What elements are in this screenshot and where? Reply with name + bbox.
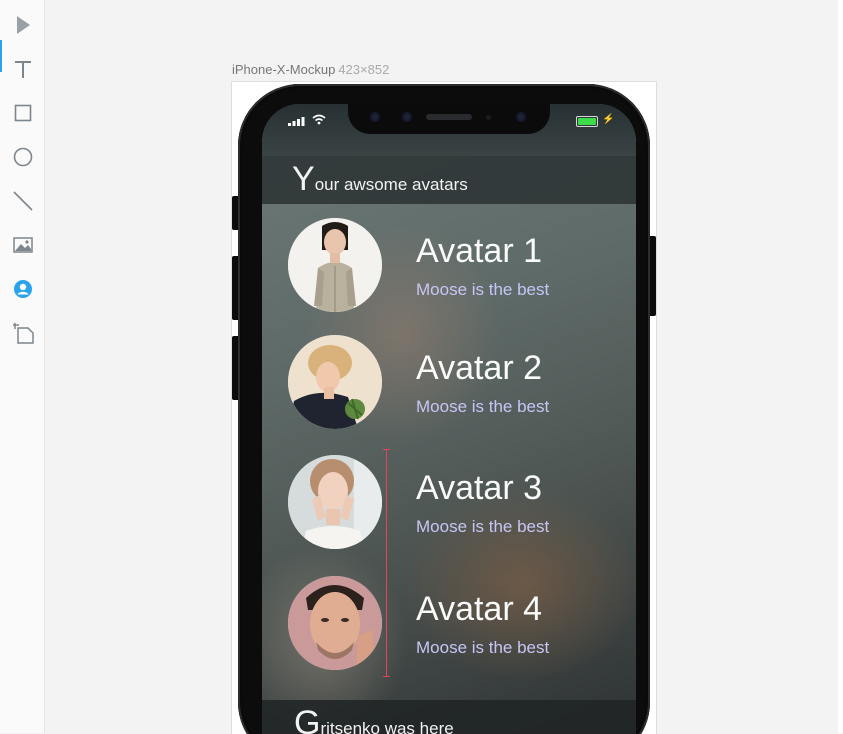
avatar <box>288 218 382 312</box>
image-icon <box>13 237 33 253</box>
pointer-icon <box>17 16 30 34</box>
canvas-edge <box>838 0 843 733</box>
header-title: Your awsome avatars <box>292 160 468 199</box>
wifi-icon <box>312 114 326 125</box>
footer-initial: G <box>294 704 321 734</box>
dot-projector-icon <box>516 112 526 122</box>
artboard-label[interactable]: iPhone-X-Mockup 423×852 <box>232 62 389 77</box>
avatar-icon <box>14 280 32 298</box>
footer-title: Gritsenko was here <box>294 704 454 734</box>
avatar-subtitle: Moose is the best <box>416 280 550 299</box>
avatar-photo-4 <box>288 576 382 670</box>
camera-notch <box>348 104 550 134</box>
avatar-name: Avatar 1 <box>416 232 543 270</box>
tool-panel <box>0 0 45 733</box>
rectangle-tool-button[interactable] <box>10 100 36 126</box>
earpiece-speaker <box>426 114 472 120</box>
avatar <box>288 335 382 429</box>
artboard[interactable]: ⚡ Your awsome avatars Avatar 1 Moose is … <box>231 81 657 734</box>
artboard-tool-button[interactable] <box>10 320 36 346</box>
artboard-icon <box>13 323 34 344</box>
iphone-frame: ⚡ Your awsome avatars Avatar 1 Moose is … <box>238 84 650 734</box>
avatar-photo-1 <box>288 218 382 312</box>
rectangle-icon <box>14 104 32 122</box>
battery-level <box>578 118 596 125</box>
header-initial: Y <box>292 160 315 198</box>
ellipse-tool-button[interactable] <box>10 144 36 170</box>
front-camera-icon <box>370 112 380 122</box>
header-rest: our awsome avatars <box>314 175 468 194</box>
list-item[interactable]: Avatar 3 Moose is the best <box>288 455 628 551</box>
list-item[interactable]: Avatar 1 Moose is the best <box>288 218 628 314</box>
select-tool-button[interactable] <box>10 12 36 38</box>
spacing-guide <box>383 449 390 677</box>
proximity-sensor <box>486 115 491 120</box>
avatar-subtitle: Moose is the best <box>416 638 550 657</box>
signal-icon <box>288 117 305 126</box>
battery-icon <box>576 116 598 127</box>
image-tool-button[interactable] <box>10 232 36 258</box>
text-icon <box>15 61 31 78</box>
avatar-tool-button[interactable] <box>10 276 36 302</box>
text-tool-button[interactable] <box>10 56 36 82</box>
avatar-subtitle: Moose is the best <box>416 397 550 416</box>
list-item[interactable]: Avatar 4 Moose is the best <box>288 576 628 672</box>
footer-rest: ritsenko was here <box>320 719 454 734</box>
avatar <box>288 576 382 670</box>
active-tool-indicator <box>0 40 2 72</box>
charging-icon: ⚡ <box>602 114 615 125</box>
avatar-subtitle: Moose is the best <box>416 517 550 536</box>
artboard-name: iPhone-X-Mockup <box>232 62 336 77</box>
status-bar: ⚡ <box>262 104 636 156</box>
avatar-name: Avatar 3 <box>416 469 543 507</box>
avatar <box>288 455 382 549</box>
list-item[interactable]: Avatar 2 Moose is the best <box>288 335 628 431</box>
line-icon <box>13 191 33 211</box>
line-tool-button[interactable] <box>10 188 36 214</box>
avatar-name: Avatar 2 <box>416 349 543 387</box>
phone-screen: ⚡ Your awsome avatars Avatar 1 Moose is … <box>262 104 636 734</box>
avatar-photo-2 <box>288 335 382 429</box>
app-footer: Gritsenko was here <box>262 700 636 734</box>
face-sensor-icon <box>402 112 412 122</box>
ellipse-icon <box>13 147 33 167</box>
avatar-photo-3 <box>288 455 382 549</box>
avatar-name: Avatar 4 <box>416 590 543 628</box>
artboard-dimensions: 423×852 <box>338 62 390 77</box>
app-header: Your awsome avatars <box>262 156 636 204</box>
